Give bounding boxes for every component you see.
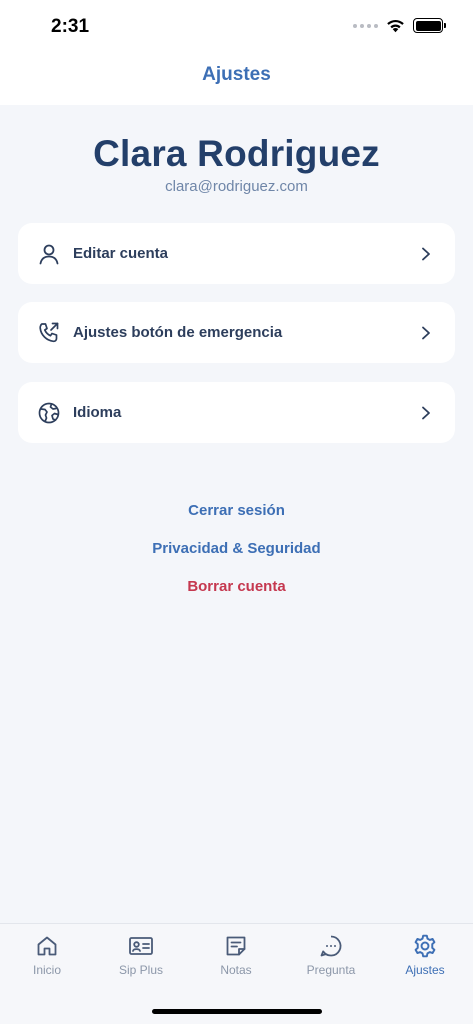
tab-inicio[interactable]: Inicio	[0, 932, 94, 977]
tab-label: Inicio	[32, 963, 61, 977]
tab-ajustes[interactable]: Ajustes	[378, 932, 472, 977]
settings-item-label: Idioma	[73, 404, 122, 421]
home-indicator	[152, 1009, 322, 1014]
settings-item-label: Editar cuenta	[73, 245, 169, 262]
tab-label: Pregunta	[306, 963, 356, 977]
tab-notas[interactable]: Notas	[189, 932, 283, 977]
status-time: 2:31	[51, 16, 90, 37]
wifi-icon	[387, 19, 404, 32]
home-icon	[35, 932, 59, 960]
settings-item-emergency-button[interactable]: Ajustes botón de emergencia	[18, 302, 455, 363]
tab-label: Notas	[220, 963, 252, 977]
top-bar: 2:31 Ajustes	[0, 0, 473, 105]
delete-account-link[interactable]: Borrar cuenta	[0, 578, 473, 595]
settings-item-edit-account[interactable]: Editar cuenta	[18, 223, 455, 284]
profile-email: clara@rodriguez.com	[165, 178, 308, 195]
user-icon	[37, 242, 61, 266]
tab-label: Ajustes	[405, 963, 445, 977]
settings-item-label: Ajustes botón de emergencia	[73, 324, 283, 341]
globe-icon	[37, 401, 61, 425]
settings-screen: 2:31 Ajustes Clara Rodriguez clara@rodri…	[0, 0, 473, 1024]
tab-sip-plus[interactable]: Sip Plus	[94, 932, 188, 977]
status-indicators	[353, 18, 446, 33]
battery-icon	[413, 18, 446, 33]
settings-item-language[interactable]: Idioma	[18, 382, 455, 443]
chat-bubble-icon	[319, 932, 343, 960]
privacy-security-link[interactable]: Privacidad & Seguridad	[0, 540, 473, 557]
phone-outgoing-icon	[37, 321, 61, 345]
tab-label: Sip Plus	[118, 963, 164, 977]
chevron-right-icon	[419, 247, 433, 261]
gear-icon	[412, 932, 438, 960]
profile-name: Clara Rodriguez	[93, 133, 380, 174]
tab-pregunta[interactable]: Pregunta	[284, 932, 378, 977]
page-title: Ajustes	[202, 64, 271, 85]
cellular-signal-icon	[353, 23, 378, 28]
id-card-icon	[128, 932, 154, 960]
notes-icon	[224, 932, 248, 960]
chevron-right-icon	[419, 326, 433, 340]
logout-link[interactable]: Cerrar sesión	[0, 502, 473, 519]
chevron-right-icon	[419, 406, 433, 420]
